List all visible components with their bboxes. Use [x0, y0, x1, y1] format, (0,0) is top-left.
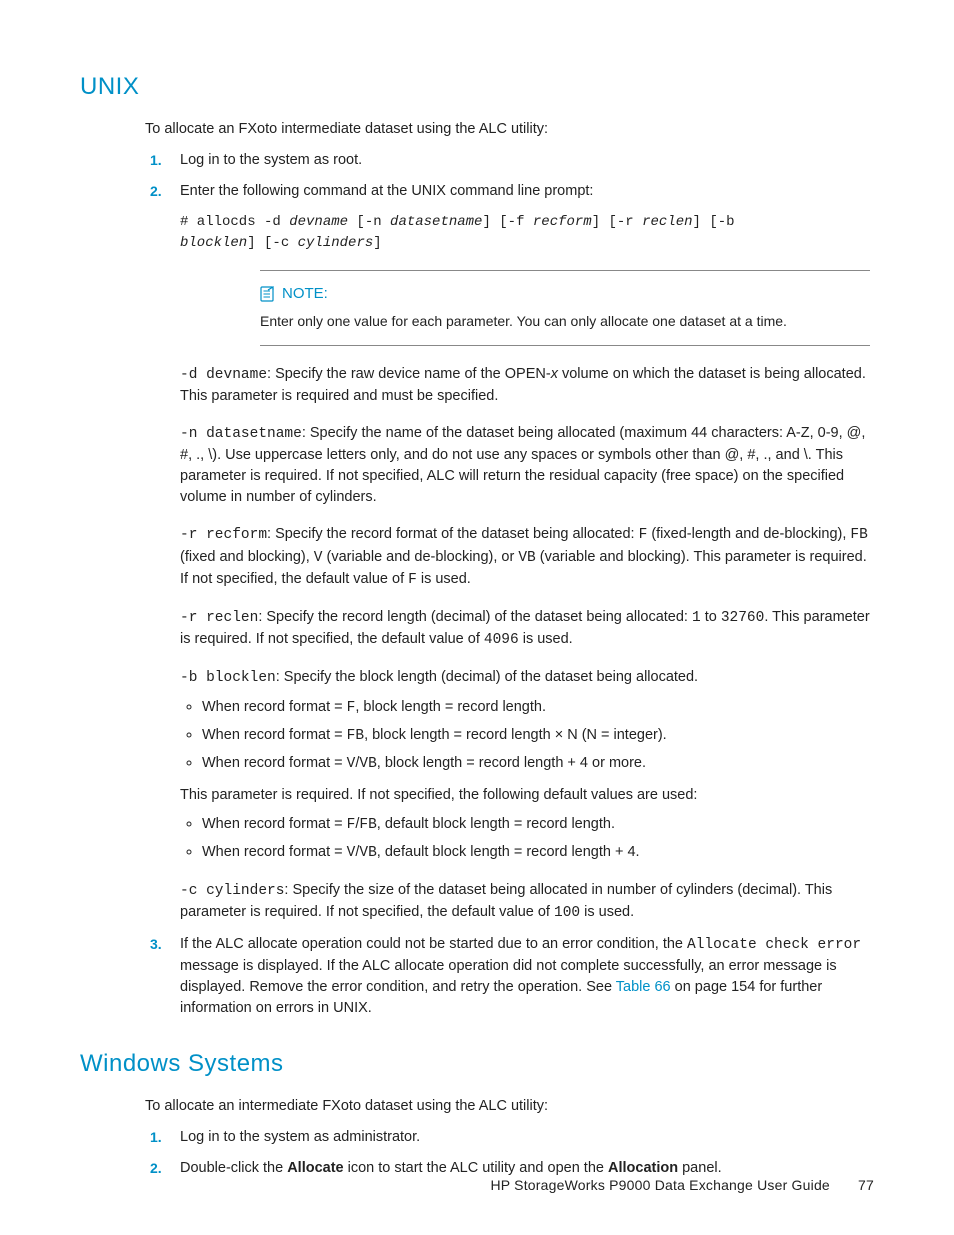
t: icon to start the ALC utility and open t…	[344, 1160, 608, 1176]
cmd-arg: cylinders	[298, 235, 374, 251]
t: is used.	[417, 571, 471, 587]
section-heading-windows: Windows Systems	[80, 1047, 874, 1082]
step-2: Enter the following command at the UNIX …	[180, 181, 874, 923]
t: : Specify the record format of the datas…	[267, 526, 639, 542]
t: When record format =	[202, 727, 347, 743]
t: Double-click the	[180, 1160, 287, 1176]
t: , block length = record length.	[355, 699, 546, 715]
blocklen-list-1: When record format = F, block length = r…	[180, 697, 874, 775]
t: is used.	[519, 631, 573, 647]
code: 4096	[484, 632, 519, 648]
param-flag: -n datasetname	[180, 426, 302, 442]
t: If the ALC allocate operation could not …	[180, 936, 687, 952]
t: : Specify the record length (decimal) of…	[258, 609, 692, 625]
note-box: NOTE: Enter only one value for each para…	[260, 270, 870, 346]
section-heading-unix: UNIX	[80, 70, 874, 105]
blocklen-list-2: When record format = F/FB, default block…	[180, 814, 874, 864]
t: : Specify the block length (decimal) of …	[276, 669, 698, 685]
code: F	[639, 527, 648, 543]
cmd: [-n	[348, 214, 390, 230]
code: FB	[359, 817, 376, 833]
t: , block length = record length + 4 or mo…	[377, 755, 646, 771]
code: FB	[850, 527, 867, 543]
step-1-text: Log in to the system as root.	[180, 152, 362, 168]
t: panel.	[678, 1160, 722, 1176]
code: 1	[692, 610, 701, 626]
param-flag: -d devname	[180, 367, 267, 383]
cmd-arg: blocklen	[180, 235, 247, 251]
code: 100	[554, 905, 580, 921]
t: , default block length = record length +…	[377, 844, 640, 860]
step-1-text: Log in to the system as administrator.	[180, 1129, 420, 1145]
cmd: ] [-f	[482, 214, 532, 230]
param-reclen: -r reclen: Specify the record length (de…	[180, 607, 874, 651]
code: VB	[359, 845, 376, 861]
t: (fixed and blocking),	[180, 549, 314, 565]
intro-unix: To allocate an FXoto intermediate datase…	[145, 119, 874, 140]
step-1: Log in to the system as administrator.	[180, 1127, 874, 1148]
code: 32760	[721, 610, 765, 626]
code: VB	[518, 550, 535, 566]
steps-unix: Log in to the system as root. Enter the …	[145, 150, 874, 1018]
param-flag: -c cylinders	[180, 883, 284, 899]
intro-windows: To allocate an intermediate FXoto datase…	[145, 1096, 874, 1117]
cmd: ] [-r	[592, 214, 642, 230]
t: (variable and de-blocking), or	[323, 549, 519, 565]
bold: Allocate	[287, 1160, 343, 1176]
steps-windows: Log in to the system as administrator. D…	[145, 1127, 874, 1179]
code: V	[314, 550, 323, 566]
cmd-arg: recform	[533, 214, 592, 230]
param-cylinders: -c cylinders: Specify the size of the da…	[180, 880, 874, 924]
cmd: ] [-c	[247, 235, 297, 251]
step-2-text: Enter the following command at the UNIX …	[180, 183, 593, 199]
note-body: Enter only one value for each parameter.…	[260, 311, 870, 331]
step-1: Log in to the system as root.	[180, 150, 874, 171]
t: When record format =	[202, 844, 347, 860]
param-x: x	[551, 366, 558, 382]
blocklen-after: This parameter is required. If not speci…	[180, 785, 874, 806]
footer-title: HP StorageWorks P9000 Data Exchange User…	[491, 1177, 830, 1193]
list-item: When record format = V/VB, default block…	[202, 842, 874, 864]
page-footer: HP StorageWorks P9000 Data Exchange User…	[491, 1175, 875, 1195]
list-item: When record format = V/VB, block length …	[202, 753, 874, 775]
bold: Allocation	[608, 1160, 678, 1176]
param-flag: -b blocklen	[180, 670, 276, 686]
t: (fixed-length and de-blocking),	[647, 526, 850, 542]
list-item: When record format = FB, block length = …	[202, 725, 874, 747]
list-item: When record format = F/FB, default block…	[202, 814, 874, 836]
cmd-arg: reclen	[642, 214, 692, 230]
list-item: When record format = F, block length = r…	[202, 697, 874, 719]
code: F	[408, 572, 417, 588]
cmd-arg: devname	[289, 214, 348, 230]
t: When record format =	[202, 699, 347, 715]
code: FB	[347, 728, 364, 744]
param-flag: -r recform	[180, 527, 267, 543]
command-block: # allocds -d devname [-n datasetname] [-…	[180, 212, 874, 254]
param-flag: -r reclen	[180, 610, 258, 626]
param-blocklen: -b blocklen: Specify the block length (d…	[180, 667, 874, 864]
code: Allocate check error	[687, 937, 861, 953]
cmd-arg: datasetname	[390, 214, 482, 230]
param-desc: : Specify the raw device name of the OPE…	[267, 366, 551, 382]
t: , block length = record length × N (N = …	[364, 727, 667, 743]
t: When record format =	[202, 755, 347, 771]
note-label: NOTE:	[282, 283, 328, 305]
note-icon	[260, 286, 276, 302]
cmd: # allocds -d	[180, 214, 289, 230]
note-heading: NOTE:	[260, 283, 870, 305]
step-3: If the ALC allocate operation could not …	[180, 934, 874, 1019]
t: to	[701, 609, 721, 625]
page-number: 77	[858, 1177, 874, 1193]
param-d: -d devname: Specify the raw device name …	[180, 364, 874, 407]
t: is used.	[580, 904, 634, 920]
cmd: ] [-b	[693, 214, 735, 230]
code: VB	[359, 756, 376, 772]
cmd: ]	[373, 235, 381, 251]
t: , default block length = record length.	[377, 816, 615, 832]
param-recform: -r recform: Specify the record format of…	[180, 524, 874, 590]
param-n: -n datasetname: Specify the name of the …	[180, 423, 874, 508]
link-table-66[interactable]: Table 66	[616, 979, 671, 995]
t: When record format =	[202, 816, 347, 832]
